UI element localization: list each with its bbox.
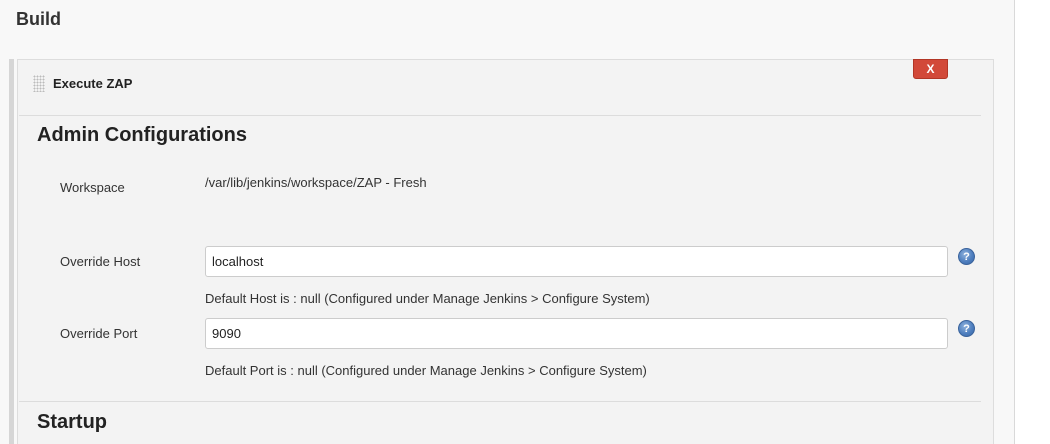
step-left-bar xyxy=(9,59,14,444)
workspace-value: /var/lib/jenkins/workspace/ZAP - Fresh xyxy=(205,175,427,190)
override-port-label: Override Port xyxy=(60,326,138,341)
override-port-input[interactable] xyxy=(205,318,948,349)
execute-zap-step: Execute ZAP X Admin Configurations Works… xyxy=(17,59,994,444)
host-help-icon[interactable]: ? xyxy=(958,248,975,265)
startup-title: Startup xyxy=(37,411,107,433)
divider xyxy=(19,401,981,402)
port-help-icon[interactable]: ? xyxy=(958,320,975,337)
build-page: Build Execute ZAP X Admin Configurations… xyxy=(0,0,1015,444)
override-host-hint: Default Host is : null (Configured under… xyxy=(205,291,650,306)
delete-step-button[interactable]: X xyxy=(913,59,948,79)
step-title: Execute ZAP xyxy=(53,76,133,91)
override-port-hint: Default Port is : null (Configured under… xyxy=(205,363,647,378)
workspace-label: Workspace xyxy=(60,180,125,195)
admin-configurations-title: Admin Configurations xyxy=(37,124,247,146)
override-host-input[interactable] xyxy=(205,246,948,277)
override-host-label: Override Host xyxy=(60,254,141,269)
divider xyxy=(19,115,981,116)
drag-handle-icon[interactable] xyxy=(33,75,45,92)
build-title: Build xyxy=(16,9,61,29)
